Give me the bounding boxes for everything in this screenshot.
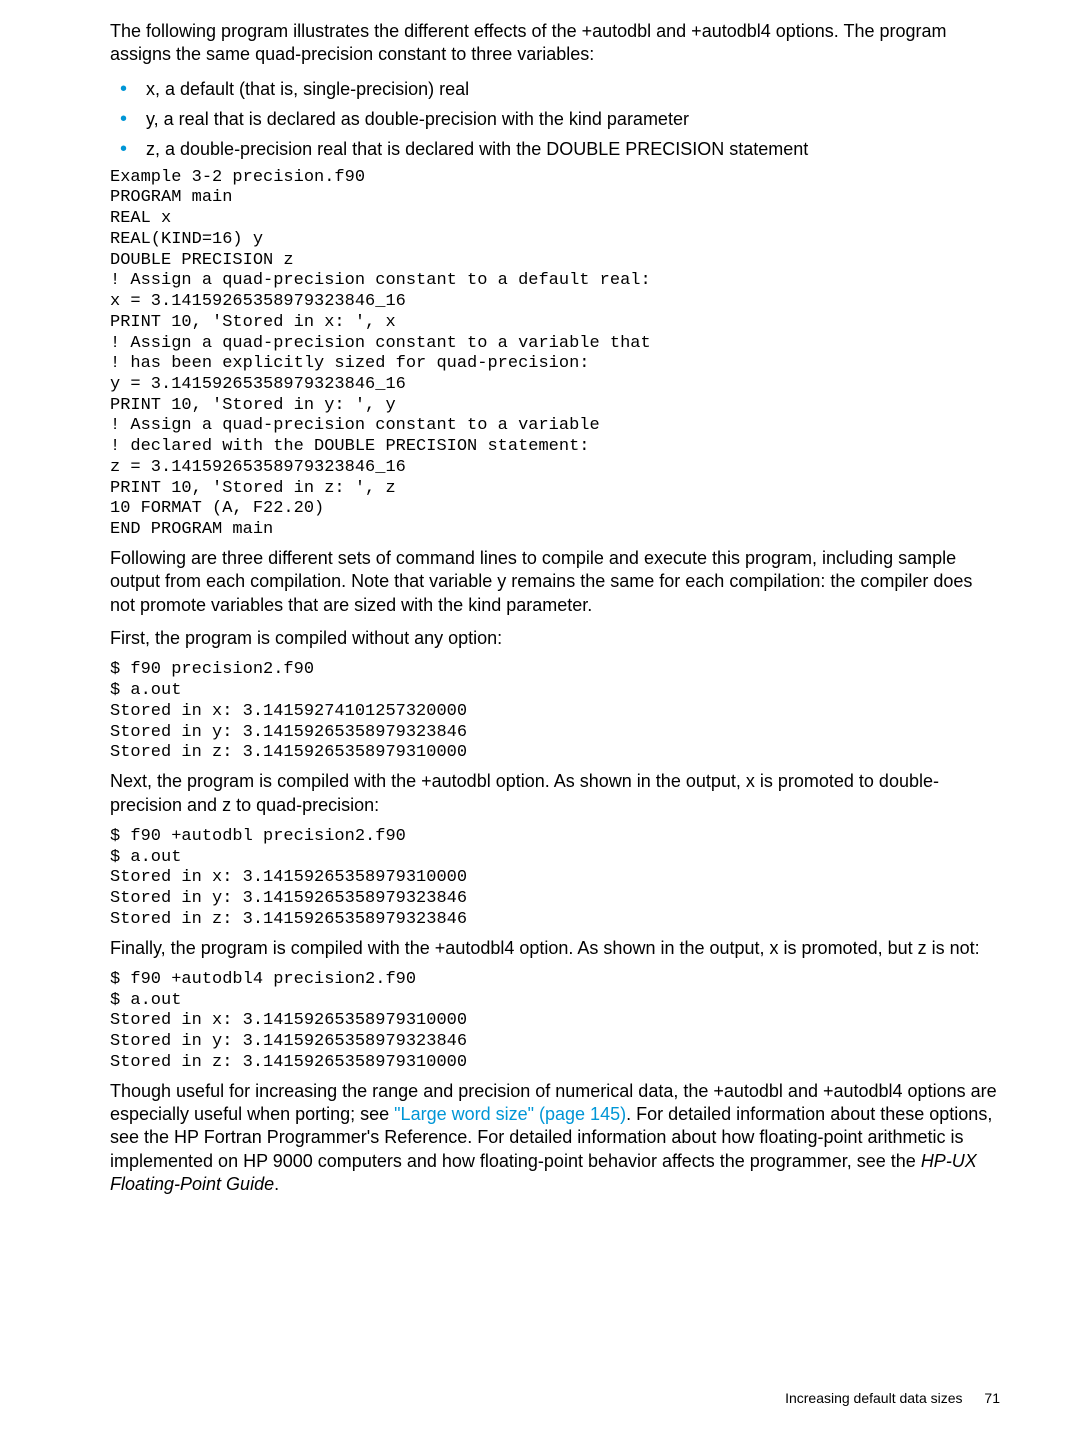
variable-list: x, a default (that is, single-precision)… [110, 77, 1000, 162]
code-output-autodbl: $ f90 +autodbl precision2.f90 $ a.out St… [110, 827, 1000, 931]
bullet-z: z, a double-precision real that is decla… [110, 137, 1000, 161]
paragraph-following: Following are three different sets of co… [110, 547, 1000, 617]
code-output-autodbl4: $ f90 +autodbl4 precision2.f90 $ a.out S… [110, 970, 1000, 1074]
paragraph-autodbl: Next, the program is compiled with the +… [110, 770, 1000, 817]
large-word-size-link[interactable]: "Large word size" (page 145) [394, 1104, 626, 1124]
footer-page-number: 71 [984, 1390, 1000, 1406]
paragraph-first-compile: First, the program is compiled without a… [110, 627, 1000, 650]
bullet-y: y, a real that is declared as double-pre… [110, 107, 1000, 131]
paragraph-closing: Though useful for increasing the range a… [110, 1080, 1000, 1197]
bullet-x: x, a default (that is, single-precision)… [110, 77, 1000, 101]
code-example-program: Example 3-2 precision.f90 PROGRAM main R… [110, 168, 1000, 541]
code-output-default: $ f90 precision2.f90 $ a.out Stored in x… [110, 660, 1000, 764]
closing-text-c: . [274, 1174, 279, 1194]
intro-paragraph: The following program illustrates the di… [110, 20, 1000, 67]
paragraph-autodbl4: Finally, the program is compiled with th… [110, 937, 1000, 960]
page-footer: Increasing default data sizes 71 [785, 1390, 1000, 1406]
footer-section-label: Increasing default data sizes [785, 1390, 962, 1406]
